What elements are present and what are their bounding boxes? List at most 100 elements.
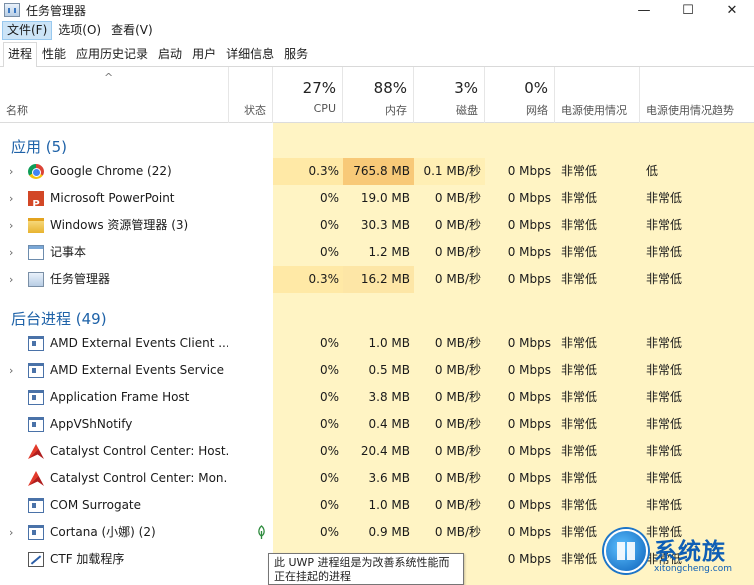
table-row[interactable]: AMD External Events Client ... 0% 1.0 MB 0 … <box>0 330 754 357</box>
suspended-tooltip: 此 UWP 进程组是为改善系统性能而 正在挂起的进程 <box>268 553 464 585</box>
cpu-value: 0% <box>319 218 339 232</box>
column-disk[interactable]: 3% 磁盘 <box>414 67 485 123</box>
table-row[interactable]: Catalyst Control Center: Host... 0% 20.4 M… <box>0 438 754 465</box>
expand-chevron-icon[interactable]: › <box>9 519 19 546</box>
expand-chevron-icon[interactable] <box>9 384 19 411</box>
expand-chevron-icon[interactable] <box>9 330 19 357</box>
column-header: ^ 名称 状态 27% CPU 88% 内存 3% 磁盘 0% 网络 电源使用情… <box>0 67 754 123</box>
disk-value: 0 MB/秒 <box>434 336 481 350</box>
memory-value: 16.2 MB <box>360 272 410 286</box>
column-memory[interactable]: 88% 内存 <box>343 67 414 123</box>
power-value: 非常低 <box>561 272 598 286</box>
watermark-brand: 系统族 <box>654 539 726 565</box>
table-row[interactable]: Application Frame Host 0% 3.8 MB 0 MB/秒 0 Mb… <box>0 384 754 411</box>
power-trend-value: 低 <box>646 164 659 178</box>
table-row[interactable]: COM Surrogate 0% 1.0 MB 0 MB/秒 0 Mbps 非常低 非常低 <box>0 492 754 519</box>
process-name: Catalyst Control Center: Host... <box>50 444 228 458</box>
process-name: AMD External Events Service ... <box>50 363 228 377</box>
group-background: 后台进程 (49) <box>11 310 107 328</box>
power-trend-value: 非常低 <box>646 336 683 350</box>
expand-chevron-icon[interactable]: › <box>9 158 19 185</box>
tab-performance[interactable]: 性能 <box>37 42 71 66</box>
expand-chevron-icon[interactable] <box>9 465 19 492</box>
watermark-logo-icon <box>604 529 648 573</box>
process-name: AMD External Events Client ... <box>50 336 228 350</box>
catalyst-icon <box>28 471 44 486</box>
cpu-value: 0% <box>319 390 339 404</box>
expand-chevron-icon[interactable] <box>9 546 19 573</box>
tab-startup[interactable]: 启动 <box>153 42 187 66</box>
expand-chevron-icon[interactable]: › <box>9 185 19 212</box>
network-value: 0 Mbps <box>507 552 551 566</box>
powerpoint-icon: P <box>28 191 44 206</box>
menu-options[interactable]: 选项(O) <box>54 21 105 40</box>
app-window-icon <box>28 498 44 513</box>
power-trend-value: 非常低 <box>646 191 683 205</box>
expand-chevron-icon[interactable] <box>9 411 19 438</box>
column-cpu[interactable]: 27% CPU <box>273 67 343 123</box>
column-network[interactable]: 0% 网络 <box>485 67 555 123</box>
tab-details[interactable]: 详细信息 <box>221 42 279 66</box>
chrome-icon <box>28 164 44 179</box>
network-value: 0 Mbps <box>507 218 551 232</box>
column-status[interactable]: 状态 <box>229 67 273 123</box>
disk-value: 0 MB/秒 <box>434 525 481 539</box>
expand-chevron-icon[interactable]: › <box>9 357 19 384</box>
network-value: 0 Mbps <box>507 191 551 205</box>
network-value: 0 Mbps <box>507 417 551 431</box>
table-row[interactable]: AppVShNotify 0% 0.4 MB 0 MB/秒 0 Mbps 非常低 非常低 <box>0 411 754 438</box>
tab-users[interactable]: 用户 <box>187 42 221 66</box>
network-value: 0 Mbps <box>507 498 551 512</box>
maximize-button[interactable]: ☐ <box>666 0 710 20</box>
power-value: 非常低 <box>561 471 598 485</box>
table-row[interactable]: › P Microsoft PowerPoint 0% 19.0 MB 0 MB/秒 0 M… <box>0 185 754 212</box>
process-name: COM Surrogate <box>50 498 142 512</box>
power-value: 非常低 <box>561 164 598 178</box>
memory-value: 3.6 MB <box>368 471 410 485</box>
table-row[interactable]: › 任务管理器 0.3% 16.2 MB 0 MB/秒 0 Mbps 非常低 非常低 <box>0 266 754 293</box>
cpu-value: 0% <box>319 191 339 205</box>
process-name: Microsoft PowerPoint <box>50 191 175 205</box>
table-row[interactable]: Catalyst Control Center: Mon... 0% 3.6 MB 0… <box>0 465 754 492</box>
expand-chevron-icon[interactable] <box>9 438 19 465</box>
close-button[interactable]: ✕ <box>710 0 754 20</box>
power-value: 非常低 <box>561 218 598 232</box>
minimize-button[interactable]: — <box>622 0 666 20</box>
expand-chevron-icon[interactable]: › <box>9 266 19 293</box>
power-trend-value: 非常低 <box>646 471 683 485</box>
menu-view[interactable]: 查看(V) <box>107 21 157 40</box>
column-power-trend[interactable]: 电源使用情况趋势 <box>640 67 754 123</box>
memory-value: 765.8 MB <box>353 164 410 178</box>
explorer-icon <box>28 218 44 233</box>
tab-processes[interactable]: 进程 <box>3 42 38 67</box>
table-row[interactable]: › 记事本 0% 1.2 MB 0 MB/秒 0 Mbps 非常低 非常低 <box>0 239 754 266</box>
expand-chevron-icon[interactable] <box>9 492 19 519</box>
memory-value: 0.5 MB <box>368 363 410 377</box>
process-name: Application Frame Host <box>50 390 190 404</box>
power-trend-value: 非常低 <box>646 245 683 259</box>
ctf-icon <box>28 552 44 567</box>
disk-value: 0 MB/秒 <box>434 218 481 232</box>
power-value: 非常低 <box>561 390 598 404</box>
power-trend-value: 非常低 <box>646 218 683 232</box>
tab-services[interactable]: 服务 <box>279 42 313 66</box>
table-row[interactable]: › Windows 资源管理器 (3) 0% 30.3 MB 0 MB/秒 0 Mbps 非… <box>0 212 754 239</box>
process-name: AppVShNotify <box>50 417 133 431</box>
memory-value: 19.0 MB <box>360 191 410 205</box>
column-power[interactable]: 电源使用情况 <box>555 67 640 123</box>
cpu-value: 0% <box>319 336 339 350</box>
memory-value: 30.3 MB <box>360 218 410 232</box>
disk-value: 0 MB/秒 <box>434 417 481 431</box>
power-value: 非常低 <box>561 245 598 259</box>
expand-chevron-icon[interactable]: › <box>9 212 19 239</box>
tab-app-history[interactable]: 应用历史记录 <box>71 42 153 66</box>
cpu-value: 0% <box>319 444 339 458</box>
memory-value: 1.0 MB <box>368 498 410 512</box>
expand-chevron-icon[interactable]: › <box>9 239 19 266</box>
table-row[interactable]: › AMD External Events Service ... 0% 0.5 MB… <box>0 357 754 384</box>
table-row[interactable]: › Google Chrome (22) 0.3% 765.8 MB 0.1 MB/秒 0… <box>0 158 754 185</box>
power-trend-value: 非常低 <box>646 272 683 286</box>
menu-file[interactable]: 文件(F) <box>2 21 53 40</box>
column-name[interactable]: ^ 名称 <box>0 67 229 123</box>
cpu-value: 0.3% <box>308 164 340 178</box>
